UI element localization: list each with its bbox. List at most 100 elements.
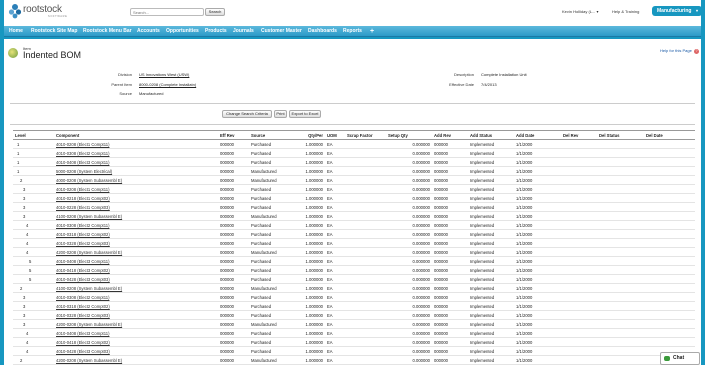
- cell-qty-per: 1.000000: [293, 157, 325, 167]
- parent-item-value[interactable]: 8000-0208 (Complete Installatn): [139, 82, 196, 87]
- cell-component[interactable]: 4100-0208 (System Subassembl E): [54, 283, 218, 293]
- col-scrap-factor[interactable]: Scrap Factor: [345, 130, 386, 140]
- table-row: 1 4010-0208 (Elect1 Compt11) 000000 Purchas…: [13, 139, 695, 149]
- cell-component[interactable]: 4010-0308 (Elect2 Compt11): [54, 292, 218, 302]
- cell-source: Purchased: [249, 301, 293, 311]
- cell-add-rev: 000000: [432, 211, 468, 221]
- col-eff-rev[interactable]: Eff Rev: [218, 130, 249, 140]
- app-switcher-button[interactable]: Manufacturing ▾: [652, 6, 702, 16]
- cell-qty-per: 1.000000: [293, 346, 325, 356]
- col-uom[interactable]: UOM: [325, 130, 345, 140]
- cell-eff-rev: 000000: [218, 274, 249, 284]
- col-qty-per[interactable]: Qty/Per: [293, 130, 325, 140]
- cell-component[interactable]: 4200-0208 (System Subassembl E): [54, 247, 218, 257]
- print-button[interactable]: Print: [274, 110, 287, 118]
- cell-qty-per: 1.000000: [293, 355, 325, 365]
- cell-component[interactable]: 4010-0408 (Elect3 Compt11): [54, 256, 218, 266]
- cell-scrap-factor: [345, 166, 386, 176]
- cell-component[interactable]: 4010-0228 (Elect1 Compt03): [54, 202, 218, 212]
- rootstock-logo-icon: [8, 4, 22, 19]
- cell-eff-rev: 000000: [218, 328, 249, 338]
- rootstock-logo[interactable]: rootstock SOFTWARE: [8, 3, 78, 21]
- cell-component[interactable]: 4010-0328 (Elect2 Compt03): [54, 238, 218, 248]
- tab-add[interactable]: +: [370, 26, 374, 37]
- cell-component[interactable]: 4010-0308 (Elect2 Compt11): [54, 220, 218, 230]
- tab-opportunities[interactable]: Opportunities: [166, 26, 199, 37]
- cell-component[interactable]: 4100-0208 (System Subassembl E): [54, 211, 218, 221]
- cell-qty-per: 1.000000: [293, 274, 325, 284]
- change-search-criteria-button[interactable]: Change Search Criteria: [222, 110, 272, 118]
- export-to-excel-button[interactable]: Export to Excel: [289, 110, 321, 118]
- col-level[interactable]: Level: [13, 130, 54, 140]
- tab-accounts[interactable]: Accounts: [137, 26, 160, 37]
- tab-customer-master[interactable]: Customer Master: [261, 26, 302, 37]
- tab-rootstock-site-map[interactable]: Rootstock Site Map: [31, 26, 77, 37]
- cell-component[interactable]: 5000-0208 (System Electrical): [54, 166, 218, 176]
- help-training-link[interactable]: Help & Training: [612, 9, 639, 14]
- tab-dashboards[interactable]: Dashboards: [308, 26, 337, 37]
- col-del-status[interactable]: Del Status: [597, 130, 644, 140]
- tab-journals[interactable]: Journals: [233, 26, 254, 37]
- tab-reports[interactable]: Reports: [343, 26, 362, 37]
- cell-scrap-factor: [345, 310, 386, 320]
- cell-component[interactable]: 4010-0318 (Elect2 Compt02): [54, 229, 218, 239]
- cell-add-status: Implemented: [468, 283, 514, 293]
- cell-component[interactable]: 4010-0218 (Elect1 Compt02): [54, 193, 218, 203]
- effective-date-label: Effective Date: [449, 82, 474, 87]
- tab-home[interactable]: Home: [9, 26, 23, 37]
- cell-component[interactable]: 4200-0208 (System Subassembl E): [54, 319, 218, 329]
- cell-add-rev: 000000: [432, 337, 468, 347]
- col-add-rev[interactable]: Add Rev: [432, 130, 468, 140]
- search-input[interactable]: [130, 8, 204, 16]
- right-scrollbar[interactable]: [701, 0, 705, 365]
- cell-del: [597, 319, 644, 329]
- user-menu[interactable]: Kevin Holliday (L... ▾: [562, 9, 599, 14]
- col-del-rev[interactable]: Del Rev: [561, 130, 597, 140]
- cell-component[interactable]: 4010-0408 (Elect3 Compt11): [54, 328, 218, 338]
- cell-component[interactable]: 4010-0308 (Elect2 Compt11): [54, 148, 218, 158]
- cell-eff-rev: 000000: [218, 184, 249, 194]
- cell-component[interactable]: 4010-0418 (Elect3 Compt02): [54, 265, 218, 275]
- cell-component[interactable]: 4010-0428 (Elect3 Compt03): [54, 274, 218, 284]
- cell-level: 5: [13, 274, 54, 284]
- cell-scrap-factor: [345, 139, 386, 149]
- cell-component[interactable]: 4010-0208 (Elect1 Compt11): [54, 139, 218, 149]
- col-component[interactable]: Component: [54, 130, 218, 140]
- cell-qty-per: 1.000000: [293, 166, 325, 176]
- cell-component[interactable]: 4010-0328 (Elect2 Compt03): [54, 310, 218, 320]
- cell-del: [644, 175, 695, 185]
- cell-del: [597, 283, 644, 293]
- cell-add-date: 1/1/2000: [514, 328, 561, 338]
- help-for-page-link[interactable]: Help for this Page ?: [660, 48, 699, 54]
- tab-products[interactable]: Products: [205, 26, 227, 37]
- col-add-status[interactable]: Add Status: [468, 130, 514, 140]
- division-value[interactable]: US Innovations West (USW): [139, 72, 189, 77]
- col-del-date[interactable]: Del Date: [644, 130, 695, 140]
- cell-scrap-factor: [345, 220, 386, 230]
- cell-component[interactable]: 4010-0418 (Elect3 Compt02): [54, 337, 218, 347]
- cell-add-status: Implemented: [468, 202, 514, 212]
- cell-del: [644, 283, 695, 293]
- cell-eff-rev: 000000: [218, 148, 249, 158]
- cell-del: [561, 337, 597, 347]
- cell-component[interactable]: 4010-0208 (Elect1 Compt11): [54, 184, 218, 194]
- col-setup-qty[interactable]: Setup Qty: [386, 130, 432, 140]
- cell-add-status: Implemented: [468, 247, 514, 257]
- cell-del: [597, 256, 644, 266]
- cell-del: [597, 148, 644, 158]
- cell-component[interactable]: 4010-0428 (Elect3 Compt03): [54, 346, 218, 356]
- col-add-date[interactable]: Add Date: [514, 130, 561, 140]
- table-row: 5 4010-0418 (Elect3 Compt02) 000000 Purchas…: [13, 265, 695, 275]
- cell-component[interactable]: 4200-0208 (System Subassembl E): [54, 355, 218, 365]
- cell-component[interactable]: 4010-0318 (Elect2 Compt02): [54, 301, 218, 311]
- cell-component[interactable]: 4000-0208 (System Subassembl E): [54, 175, 218, 185]
- cell-add-status: Implemented: [468, 211, 514, 221]
- chat-button[interactable]: Chat: [660, 352, 700, 365]
- col-source[interactable]: Source: [249, 130, 293, 140]
- search-button[interactable]: Search: [205, 8, 225, 16]
- cell-component[interactable]: 4010-0408 (Elect3 Compt11): [54, 157, 218, 167]
- table-row: 3 4010-0218 (Elect1 Compt02) 000000 Purchas…: [13, 193, 695, 203]
- cell-level: 3: [13, 310, 54, 320]
- tab-underline: [4, 37, 701, 39]
- tab-rootstock-menu-bar[interactable]: Rootstock Menu Bar: [83, 26, 132, 37]
